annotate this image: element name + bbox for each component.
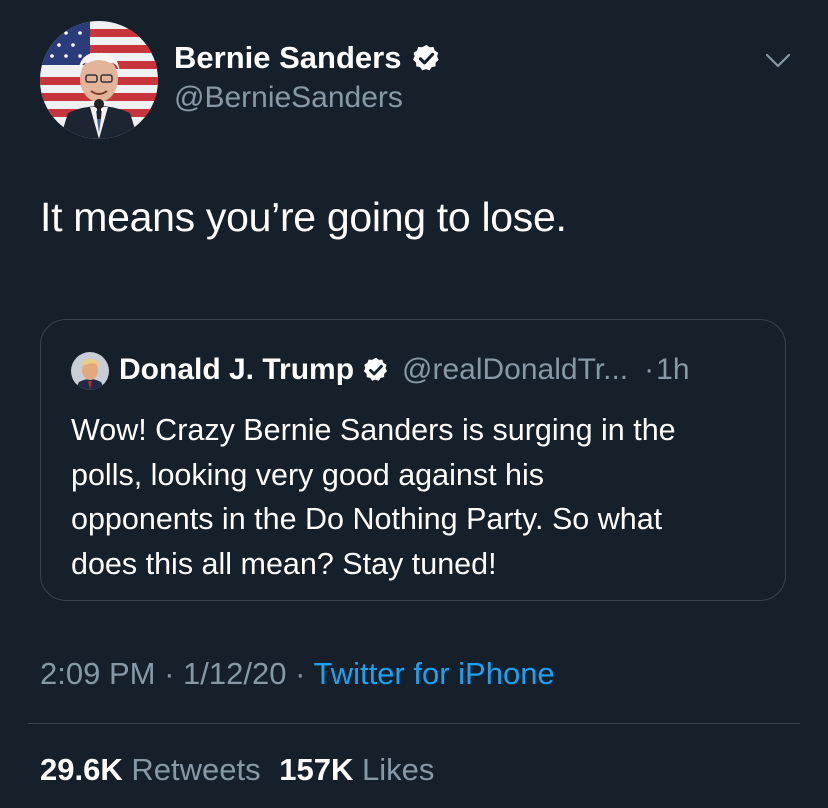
tweet-metadata: 2:09 PM · 1/12/20 · Twitter for iPhone (40, 654, 555, 694)
retweets-stat[interactable]: 29.6K Retweets (40, 752, 261, 787)
quoted-text-line: does this all mean? Stay tuned! (71, 546, 497, 581)
quoted-author-name[interactable]: Donald J. Trump (119, 350, 354, 390)
quoted-text-line: opponents in the Do Nothing Party. So wh… (71, 502, 663, 536)
author-handle[interactable]: @BernieSanders (174, 79, 403, 117)
likes-label: Likes (361, 752, 435, 787)
tweet-stats: 29.6K Retweets 157K Likes (40, 750, 434, 790)
profile-photo-icon (40, 21, 158, 139)
author-avatar[interactable] (40, 21, 158, 139)
separator-dot: · (155, 656, 184, 691)
tweet-time[interactable]: 2:09 PM (40, 656, 155, 691)
retweets-count: 29.6K (40, 752, 123, 787)
author-display-name[interactable]: Bernie Sanders (174, 38, 442, 78)
tweet-date[interactable]: 1/12/20 (183, 656, 286, 691)
verified-badge-icon (363, 357, 387, 381)
verified-badge-icon (413, 44, 440, 70)
profile-photo-icon (71, 352, 109, 390)
tweet-source-link[interactable]: Twitter for iPhone (313, 656, 554, 691)
divider (28, 723, 800, 724)
tweet-text: It means you’re going to lose. (40, 194, 567, 240)
quoted-tweet-card[interactable]: Donald J. Trump @realDonaldTr... · 1h Wo… (40, 319, 786, 601)
quoted-tweet-time: 1h (656, 353, 690, 386)
quoted-text-line: polls, looking very good against his (71, 457, 545, 492)
quoted-text-line: Wow! Crazy Bernie Sanders is surging in … (71, 413, 676, 447)
quoted-tweet-header: Donald J. Trump @realDonaldTr... · 1h (119, 350, 690, 390)
quoted-author-handle[interactable]: @realDonaldTr... (402, 350, 628, 390)
likes-stat[interactable]: 157K Likes (279, 752, 434, 787)
quoted-author-avatar (71, 352, 109, 390)
retweets-label: Retweets (131, 752, 261, 787)
separator-dot: · (644, 353, 655, 386)
separator-dot: · (286, 656, 314, 691)
likes-count: 157K (279, 752, 354, 787)
author-name-text: Bernie Sanders (174, 40, 402, 75)
chevron-down-icon[interactable] (764, 52, 792, 70)
quoted-tweet-text: Wow! Crazy Bernie Sanders is surging in … (71, 408, 761, 586)
